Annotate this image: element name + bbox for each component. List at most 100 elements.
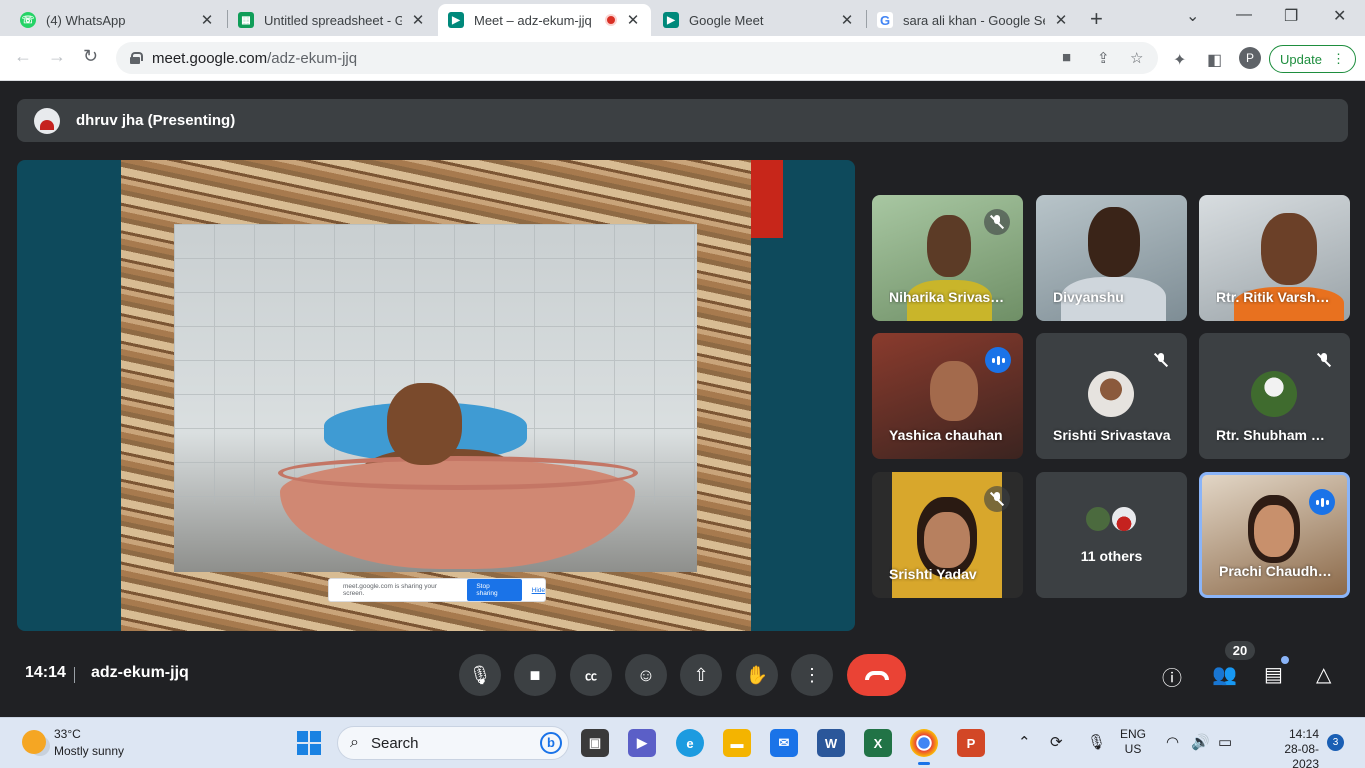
participant-tile[interactable]: Rtr. Shubham Singh bbox=[1199, 333, 1350, 459]
participant-name: Rtr. Shubham Singh bbox=[1216, 427, 1334, 443]
volume-icon[interactable]: 🔊 bbox=[1191, 733, 1210, 751]
browser-tab-strip: ☏ (4) WhatsApp ✕ ▦ Untitled spreadsheet … bbox=[0, 0, 1365, 36]
mic-off-icon bbox=[1148, 347, 1174, 373]
close-icon[interactable]: ✕ bbox=[625, 11, 641, 29]
participant-tile[interactable]: Srishti Yadav bbox=[872, 472, 1023, 598]
close-window-button[interactable]: ✕ bbox=[1333, 6, 1346, 26]
tab-whatsapp[interactable]: ☏ (4) WhatsApp ✕ bbox=[10, 4, 225, 36]
more-options-button[interactable]: ⋮ bbox=[791, 654, 833, 696]
tab-google-meet[interactable]: ▶ Google Meet ✕ bbox=[653, 4, 865, 36]
excel-icon[interactable]: X bbox=[864, 729, 892, 757]
leave-call-button[interactable] bbox=[847, 654, 906, 696]
tab-spreadsheet[interactable]: ▦ Untitled spreadsheet - Go ✕ bbox=[228, 4, 436, 36]
weather-description[interactable]: Mostly sunny bbox=[54, 744, 124, 758]
temperature[interactable]: 33°C bbox=[54, 727, 81, 741]
omnibox[interactable]: meet.google.com/adz-ekum-jjq ■ ⇪ ☆ bbox=[116, 42, 1158, 74]
file-explorer-icon[interactable]: ▬ bbox=[723, 729, 751, 757]
raise-hand-button[interactable]: ✋ bbox=[736, 654, 778, 696]
close-icon[interactable]: ✕ bbox=[1053, 11, 1069, 29]
update-button[interactable]: Update ⋮ bbox=[1269, 45, 1356, 73]
url-text[interactable]: meet.google.com/adz-ekum-jjq bbox=[152, 50, 357, 67]
chat-button[interactable]: ▤ bbox=[1264, 662, 1283, 687]
edge-icon[interactable]: e bbox=[676, 729, 704, 757]
others-count: 11 others bbox=[1080, 548, 1143, 564]
extensions-icon[interactable]: ✦ bbox=[1173, 50, 1186, 70]
tab-google-search[interactable]: G sara ali khan - Google Se ✕ bbox=[867, 4, 1079, 36]
activities-button[interactable]: △ bbox=[1316, 662, 1331, 687]
close-icon[interactable]: ✕ bbox=[410, 11, 426, 29]
camera-button[interactable]: ■ bbox=[514, 654, 556, 696]
camera-in-use-icon[interactable]: ■ bbox=[1062, 49, 1071, 66]
powerpoint-icon[interactable]: P bbox=[957, 729, 985, 757]
avatar bbox=[1110, 505, 1138, 533]
avatar bbox=[34, 107, 60, 134]
participant-tile[interactable]: Divyanshu bbox=[1036, 195, 1187, 321]
tab-search-icon[interactable]: ⌄ bbox=[1186, 6, 1199, 26]
word-icon[interactable]: W bbox=[817, 729, 845, 757]
bing-icon[interactable]: b bbox=[540, 732, 562, 754]
tab-meet-active[interactable]: ▶ Meet – adz-ekum-jjq ✕ bbox=[438, 4, 651, 36]
battery-icon[interactable]: ▭ bbox=[1218, 733, 1232, 751]
update-label: Update bbox=[1280, 51, 1322, 67]
mail-icon[interactable]: ✉ bbox=[770, 729, 798, 757]
google-icon: G bbox=[877, 12, 893, 28]
recording-icon bbox=[605, 14, 617, 26]
reload-button[interactable]: ↻ bbox=[83, 46, 98, 67]
mic-off-icon bbox=[984, 486, 1010, 512]
new-tab-button[interactable]: + bbox=[1090, 6, 1103, 32]
hide-link[interactable]: Hide bbox=[532, 587, 545, 594]
tab-title: (4) WhatsApp bbox=[46, 12, 126, 28]
tab-title: sara ali khan - Google Se bbox=[903, 12, 1045, 28]
taskbar-search[interactable]: ⌕ Search b bbox=[337, 726, 569, 760]
sync-icon[interactable]: ⟳ bbox=[1050, 733, 1063, 751]
captions-button[interactable]: ㏄ bbox=[570, 654, 612, 696]
participant-name: Rtr. Ritik Varshney bbox=[1216, 289, 1334, 305]
close-icon[interactable]: ✕ bbox=[199, 11, 215, 29]
presenter-bar: dhruv jha (Presenting) bbox=[17, 99, 1348, 142]
mic-icon[interactable]: 🎙 bbox=[1087, 733, 1106, 751]
more-vert-icon: ⋮ bbox=[803, 664, 821, 685]
side-panel-icon[interactable]: ◧ bbox=[1207, 50, 1222, 70]
participant-tile[interactable]: Yashica chauhan bbox=[872, 333, 1023, 459]
meet-icon: ▶ bbox=[448, 12, 464, 28]
tab-title: Google Meet bbox=[689, 12, 764, 28]
chrome-icon[interactable] bbox=[910, 729, 938, 765]
reactions-button[interactable]: ☺ bbox=[625, 654, 667, 696]
avatar bbox=[1088, 371, 1134, 417]
restore-button[interactable]: ❐ bbox=[1284, 6, 1298, 26]
wifi-icon[interactable]: ◠ bbox=[1166, 733, 1179, 751]
share-icon[interactable]: ⇪ bbox=[1097, 49, 1110, 67]
profile-avatar[interactable]: P bbox=[1239, 47, 1261, 69]
participant-name: Srishti Yadav bbox=[889, 566, 977, 582]
clock-time: 14:14 bbox=[1288, 727, 1319, 741]
system-clock[interactable]: 14:14 28-08-2023 bbox=[1265, 727, 1319, 768]
microphone-button[interactable]: 🎙 bbox=[459, 654, 501, 696]
activities-icon: △ bbox=[1316, 664, 1332, 686]
forward-button[interactable]: → bbox=[48, 46, 66, 67]
meet-icon: ▶ bbox=[663, 12, 679, 28]
weather-icon[interactable] bbox=[22, 730, 46, 754]
bookmark-star-icon[interactable]: ☆ bbox=[1130, 49, 1143, 67]
chevron-up-icon[interactable]: ⌃ bbox=[1018, 733, 1031, 751]
participant-tile[interactable]: Srishti Srivastava bbox=[1036, 333, 1187, 459]
presenter-name: dhruv jha (Presenting) bbox=[76, 112, 236, 129]
task-view-icon[interactable]: ▣ bbox=[581, 729, 609, 757]
people-button[interactable]: 👥 bbox=[1212, 662, 1237, 687]
others-tile[interactable]: 11 others bbox=[1036, 472, 1187, 598]
present-button[interactable]: ⇧ bbox=[680, 654, 722, 696]
participant-tile[interactable]: Niharika Srivastava bbox=[872, 195, 1023, 321]
meeting-details-button[interactable]: ⓘ bbox=[1162, 662, 1182, 691]
language-indicator[interactable]: ENG US bbox=[1120, 727, 1146, 757]
notification-badge[interactable]: 3 bbox=[1327, 734, 1344, 751]
start-button[interactable] bbox=[297, 731, 321, 755]
participant-tile-self[interactable]: Prachi Chaudhary bbox=[1199, 472, 1350, 598]
stop-sharing-button[interactable]: Stop sharing bbox=[467, 579, 522, 601]
back-button[interactable]: ← bbox=[14, 46, 32, 67]
minimize-button[interactable]: — bbox=[1236, 6, 1252, 24]
close-icon[interactable]: ✕ bbox=[839, 11, 855, 29]
participant-tile[interactable]: Rtr. Ritik Varshney bbox=[1199, 195, 1350, 321]
slide-decoration bbox=[751, 160, 783, 238]
sheets-icon: ▦ bbox=[238, 12, 254, 28]
lock-icon[interactable] bbox=[130, 52, 143, 64]
teams-chat-icon[interactable]: ▶ bbox=[628, 729, 656, 757]
